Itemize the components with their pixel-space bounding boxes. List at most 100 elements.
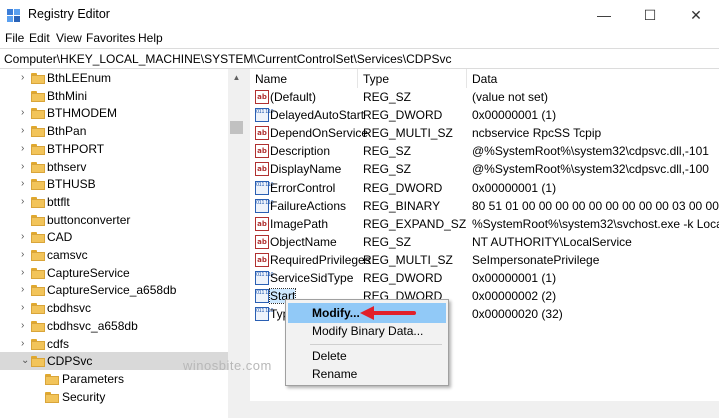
expander-icon[interactable]: › [21, 284, 31, 296]
modify-binary-label: Modify Binary Data... [312, 324, 424, 338]
close-icon: ✕ [690, 6, 702, 23]
folder-icon [31, 126, 45, 138]
folder-icon [31, 303, 45, 315]
value-type: REG_SZ [363, 90, 412, 104]
value-row[interactable]: 011 110 ServiceSidType REG_DWORD 0x00000001… [250, 269, 719, 287]
value-row[interactable]: ab RequiredPrivileges REG_MULTI_SZ SeImpers… [250, 251, 719, 269]
expander-icon[interactable]: › [21, 338, 31, 350]
folder-icon [31, 232, 45, 244]
tree-item[interactable]: › BTHPORT [0, 140, 228, 158]
tree-item[interactable]: › BTHMODEM [0, 104, 228, 122]
tree-item[interactable]: › BthPan [0, 122, 228, 140]
expander-icon[interactable]: › [21, 143, 31, 155]
folder-icon [31, 143, 45, 155]
tree-item[interactable]: › bttflt [0, 193, 228, 211]
expander-icon[interactable]: › [21, 178, 31, 190]
expander-icon[interactable]: › [21, 107, 31, 119]
tree-item[interactable]: › cdfs [0, 335, 228, 353]
expander-icon[interactable]: › [21, 249, 31, 261]
title-bar: Registry Editor — ☐ ✕ [0, 0, 719, 30]
value-row[interactable]: ab DisplayName REG_SZ @%SystemRoot%\system3… [250, 160, 719, 178]
tree-item[interactable]: › camsvc [0, 246, 228, 264]
close-button[interactable]: ✕ [673, 0, 719, 30]
expander-icon[interactable]: › [21, 267, 31, 279]
menu-item-modify-binary[interactable]: Modify Binary Data... [288, 321, 446, 341]
address-path: Computer\HKEY_LOCAL_MACHINE\SYSTEM\Curre… [4, 52, 452, 66]
address-bar[interactable]: Computer\HKEY_LOCAL_MACHINE\SYSTEM\Curre… [0, 48, 719, 69]
value-row[interactable]: ab (Default) REG_SZ (value not set) [250, 88, 719, 106]
tree-item-label: BthMini [47, 88, 88, 103]
expander-icon[interactable]: › [21, 302, 31, 314]
value-row[interactable]: ab Description REG_SZ @%SystemRoot%\system3… [250, 142, 719, 160]
value-type: REG_MULTI_SZ [363, 126, 453, 141]
menu-item-delete[interactable]: Delete [288, 346, 446, 366]
expander-icon[interactable]: › [21, 320, 31, 332]
menu-view[interactable]: View [56, 31, 82, 45]
column-header-type[interactable]: Type [358, 69, 467, 88]
column-type-label: Type [363, 72, 390, 86]
tree-item[interactable]: › CaptureService [0, 264, 228, 282]
maximize-button[interactable]: ☐ [627, 0, 673, 30]
value-name: ObjectName [270, 234, 337, 249]
folder-icon [31, 214, 45, 226]
expander-icon[interactable]: › [21, 161, 31, 173]
tree-item[interactable]: › CaptureService_a658db [0, 281, 228, 299]
value-data: ncbservice RpcSS Tcpip [472, 126, 602, 141]
column-header-name[interactable]: Name [250, 69, 358, 88]
tree-item-label: cbdhsvc_a658db [47, 318, 138, 333]
expander-icon[interactable]: › [21, 231, 31, 243]
value-data: SeImpersonatePrivilege [472, 252, 600, 267]
value-row[interactable]: ab ObjectName REG_SZ NT AUTHORITY\LocalServ… [250, 233, 719, 251]
scroll-thumb[interactable] [230, 121, 243, 134]
expander-icon[interactable]: › [21, 196, 31, 208]
binary-value-icon: 011 110 [255, 108, 274, 123]
menu-item-rename[interactable]: Rename [288, 364, 446, 384]
folder-icon [31, 356, 45, 368]
tree-item-label: CaptureService [47, 265, 130, 280]
list-horizontal-scrollbar[interactable] [250, 401, 719, 418]
tree-item[interactable]: › cbdhsvc [0, 299, 228, 317]
value-data: %SystemRoot%\system32\svchost.exe -k Loc… [472, 216, 719, 231]
value-row[interactable]: ab ImagePath REG_EXPAND_SZ %SystemRoot%\sys… [250, 215, 719, 233]
menu-favorites[interactable]: Favorites [86, 31, 135, 45]
value-row[interactable]: 011 110 DelayedAutoStart REG_DWORD 0x000000… [250, 106, 719, 124]
column-header-data[interactable]: Data [467, 69, 719, 88]
value-type: REG_SZ [363, 162, 412, 177]
tree-item[interactable]: › BTHUSB [0, 175, 228, 193]
expander-icon[interactable]: › [21, 72, 31, 84]
menu-file[interactable]: File [5, 31, 24, 45]
value-data: 0x00000002 (2) [472, 289, 557, 304]
tree-item-label: cdfs [47, 336, 70, 351]
expander-icon[interactable] [21, 90, 31, 102]
tree-item[interactable]: buttonconverter [0, 211, 228, 229]
menu-edit[interactable]: Edit [29, 31, 50, 45]
folder-icon [31, 196, 45, 208]
expander-icon[interactable]: ⌄ [21, 355, 31, 367]
scroll-up-icon[interactable]: ▲ [228, 69, 245, 86]
string-value-icon: ab [255, 90, 269, 104]
value-row[interactable]: 011 110 ErrorControl REG_DWORD 0x00000001 (… [250, 179, 719, 197]
tree-item-label: BTHMODEM [47, 106, 117, 121]
window-title: Registry Editor [28, 7, 110, 21]
expander-icon[interactable] [21, 214, 31, 226]
tree-item[interactable]: › bthserv [0, 158, 228, 176]
expander-icon[interactable]: › [21, 125, 31, 137]
value-type: REG_MULTI_SZ [363, 252, 453, 267]
tree-item[interactable]: › cbdhsvc_a658db [0, 317, 228, 335]
value-name: ImagePath [270, 216, 329, 231]
menu-separator [310, 344, 442, 345]
value-row[interactable]: 011 110 FailureActions REG_BINARY 80 51 01 … [250, 197, 719, 215]
menu-help[interactable]: Help [138, 31, 163, 45]
minimize-button[interactable]: — [581, 0, 627, 30]
tree-item[interactable]: › CAD [0, 228, 228, 246]
tree-item[interactable]: › BthLEEnum [0, 69, 228, 87]
value-data: 0x00000001 (1) [472, 271, 557, 285]
folder-icon [31, 320, 45, 332]
tree-child-item[interactable]: Security [0, 388, 228, 406]
tree-item-label: camsvc [47, 248, 88, 262]
watermark: winosbite.com [183, 358, 272, 373]
value-row[interactable]: ab DependOnService REG_MULTI_SZ ncbservice … [250, 124, 719, 142]
value-name: Description [270, 144, 331, 159]
tree-item-label: BthLEEnum [47, 71, 112, 85]
tree-item[interactable]: BthMini [0, 87, 228, 105]
